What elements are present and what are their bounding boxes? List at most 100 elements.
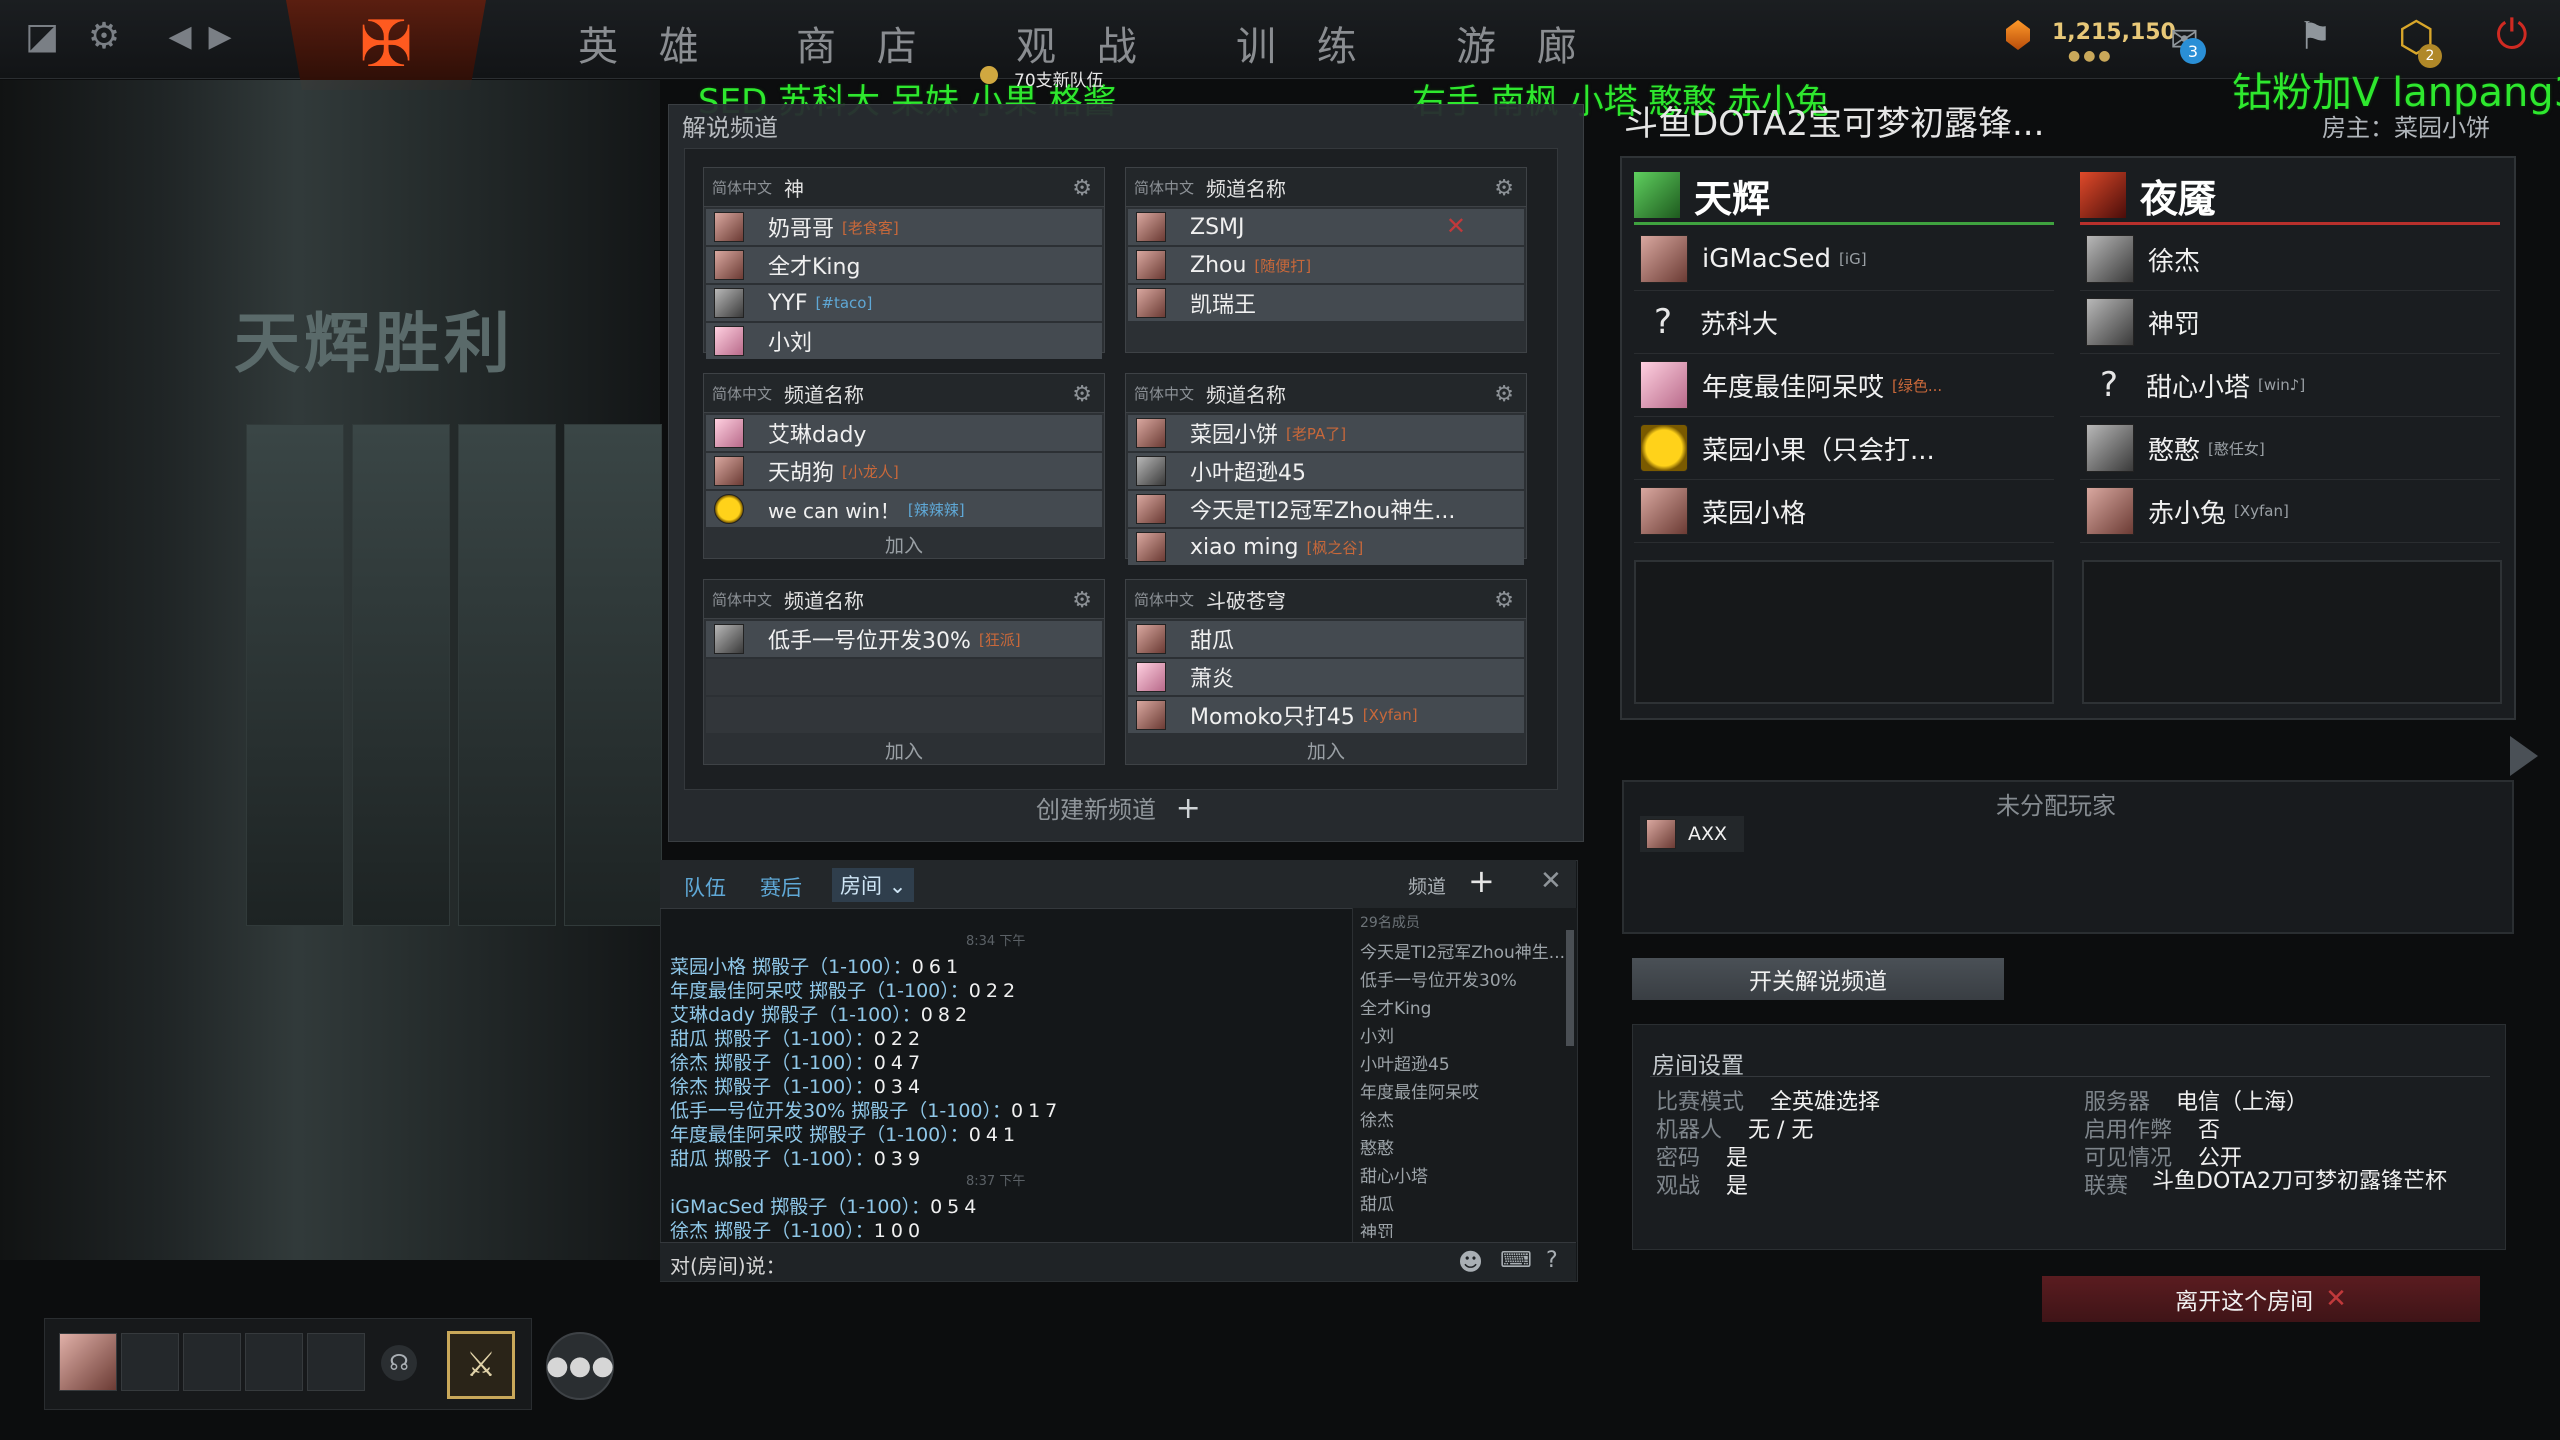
dashboard-icon[interactable]: ◪ xyxy=(18,12,66,60)
channel-player-row[interactable]: 低手一号位开发30% [狂派] xyxy=(706,621,1102,657)
gear-icon[interactable]: ⚙ xyxy=(1494,588,1514,613)
create-channel-button[interactable]: 创建新频道 + xyxy=(1036,790,1201,826)
nav-watch[interactable]: 观 战 xyxy=(1016,14,1151,70)
emoji-icon[interactable]: ☻ xyxy=(1458,1248,1483,1276)
dire-player-slot[interactable]: 徐杰 xyxy=(2080,228,2500,291)
chat-input-bar[interactable] xyxy=(660,1242,1576,1281)
chat-roll-value: 054 xyxy=(930,1196,982,1218)
tab-post-game[interactable]: 赛后 xyxy=(760,872,802,902)
dota-logo-button[interactable]: ✠ xyxy=(286,0,486,90)
party-slot-empty[interactable] xyxy=(121,1333,179,1391)
expand-arrow-icon[interactable] xyxy=(2510,736,2538,776)
avatar xyxy=(1640,487,1688,535)
help-icon[interactable]: ? xyxy=(1546,1248,1558,1273)
radiant-player-slot[interactable]: 菜园小格 xyxy=(1634,480,2054,543)
close-icon[interactable]: ✕ xyxy=(1540,866,1562,896)
power-icon[interactable]: ⏻ xyxy=(2496,12,2528,58)
avatar xyxy=(714,494,744,524)
channel-player-row[interactable]: 小叶超逊45 xyxy=(1128,453,1524,489)
channel-player-row[interactable]: 今天是TI2冠军Zhou神生... xyxy=(1128,491,1524,527)
armory-icon[interactable]: ⚑ xyxy=(2298,14,2332,58)
radiant-player-slot[interactable]: ? 苏科大 xyxy=(1634,291,2054,354)
channel-player-row[interactable]: Zhou [随便打] xyxy=(1128,247,1524,283)
rank-medal-icon[interactable]: ⚔ xyxy=(447,1331,515,1399)
radiant-player-slot[interactable]: 年度最佳阿呆哎 [绿色... xyxy=(1634,354,2054,417)
gear-icon[interactable]: ⚙ xyxy=(1072,176,1092,201)
gear-icon[interactable]: ⚙ xyxy=(1494,176,1514,201)
avatar xyxy=(2086,298,2134,346)
gear-icon[interactable]: ⚙ xyxy=(1072,382,1092,407)
add-channel-plus-icon[interactable]: + xyxy=(1468,862,1495,900)
member-item[interactable]: 甜瓜 xyxy=(1360,1190,1394,1215)
team-banner-icon xyxy=(980,66,998,84)
chevron-down-icon: ⌄ xyxy=(888,874,907,898)
member-item[interactable]: 徐杰 xyxy=(1360,1106,1394,1131)
join-channel-button[interactable]: 加入 xyxy=(704,733,1104,767)
nav-heroes[interactable]: 英 雄 xyxy=(578,14,713,70)
league-label: 联赛 xyxy=(2084,1174,2129,1199)
toggle-caster-channel-button[interactable]: 开关解说频道 xyxy=(1632,958,2004,1000)
channel-player-row[interactable]: Momoko只打45 [Xyfan] xyxy=(1128,697,1524,733)
member-item[interactable]: 憨憨 xyxy=(1360,1134,1394,1159)
radiant-player-slot[interactable]: 菜园小果（只会打... xyxy=(1634,417,2054,480)
dire-coach-slot[interactable] xyxy=(2082,560,2502,704)
channel-player-row[interactable]: 艾琳dady xyxy=(706,415,1102,451)
nav-arcade[interactable]: 游 廊 xyxy=(1456,14,1591,70)
party-avatar-self[interactable] xyxy=(59,1333,117,1391)
member-item[interactable]: 神罚 xyxy=(1360,1218,1394,1238)
channel-player-row[interactable]: 甜瓜 xyxy=(1128,621,1524,657)
channel-player-row[interactable]: 萧炎 xyxy=(1128,659,1524,695)
member-scrollbar[interactable] xyxy=(1566,930,1574,1046)
gear-icon[interactable]: ⚙ xyxy=(1494,382,1514,407)
party-slot-empty[interactable] xyxy=(245,1333,303,1391)
avatar xyxy=(1136,494,1166,524)
dire-player-slot[interactable]: ? 甜心小塔 [win♪] xyxy=(2080,354,2500,417)
party-slot-empty[interactable] xyxy=(183,1333,241,1391)
channel-player-row[interactable]: 天胡狗 [小龙人] xyxy=(706,453,1102,489)
forward-icon[interactable]: ▶ xyxy=(196,12,244,60)
channel-player-row[interactable]: we can win！ [辣辣辣] xyxy=(706,491,1102,527)
kick-close-icon[interactable]: ✕ xyxy=(1446,212,1466,240)
member-item[interactable]: 甜心小塔 xyxy=(1360,1162,1428,1187)
radiant-player-slot[interactable]: iGMacSed [iG] xyxy=(1634,228,2054,291)
nav-learn[interactable]: 训 练 xyxy=(1236,14,1371,70)
settings-divider xyxy=(1650,1076,2490,1077)
dire-player-slot[interactable]: 赤小兔 [Xyfan] xyxy=(2080,480,2500,543)
channel-player-row[interactable]: YYF [#taco] xyxy=(706,285,1102,321)
join-channel-button[interactable]: 加入 xyxy=(1126,733,1526,767)
member-item[interactable]: 年度最佳阿呆哎 xyxy=(1360,1078,1479,1103)
channel-player-row[interactable]: 全才King xyxy=(706,247,1102,283)
party-slot-empty[interactable] xyxy=(307,1333,365,1391)
channel-player-row[interactable]: 奶哥哥 [老食客] xyxy=(706,209,1102,245)
member-item[interactable]: 低手一号位开发30% xyxy=(1360,966,1517,991)
member-item[interactable]: 全才King xyxy=(1360,994,1431,1019)
chat-roll-label: 掷骰子（1-100）： xyxy=(714,1148,874,1170)
dire-player-slot[interactable]: 憨憨 [憨任女] xyxy=(2080,417,2500,480)
channel-player-row[interactable]: xiao ming [枫之谷] xyxy=(1128,529,1524,565)
channel-player-row[interactable]: 小刘 xyxy=(706,323,1102,359)
channel-player-name: 甜瓜 xyxy=(1190,629,1235,654)
nav-store[interactable]: 商 店 xyxy=(796,14,931,70)
gear-icon[interactable]: ⚙ xyxy=(80,12,128,60)
unassigned-player[interactable]: AXX xyxy=(1640,816,1744,852)
member-item[interactable]: 小刘 xyxy=(1360,1022,1394,1047)
member-item[interactable]: 小叶超逊45 xyxy=(1360,1050,1450,1075)
channel-player-row[interactable]: 凯瑞王 xyxy=(1128,285,1524,321)
member-item[interactable]: 今天是TI2冠军Zhou神生... xyxy=(1360,938,1565,963)
channel-player-row[interactable]: 菜园小饼 [老PA了] xyxy=(1128,415,1524,451)
chat-sender: 年度最佳阿呆哎 xyxy=(670,980,804,1002)
chat-wheel-icon[interactable]: ⌨ xyxy=(1500,1248,1532,1273)
tab-team[interactable]: 队伍 xyxy=(684,872,726,902)
tab-lobby[interactable]: 房间 ⌄ xyxy=(832,868,915,902)
channel-player-name: xiao ming xyxy=(1190,534,1299,560)
leave-lobby-button[interactable]: 离开这个房间 ✕ xyxy=(2042,1276,2480,1322)
friends-icon[interactable]: ●●● xyxy=(546,1332,614,1400)
voice-headset-icon[interactable]: ☊ xyxy=(381,1345,417,1381)
join-channel-button[interactable]: 加入 xyxy=(704,527,1104,561)
chat-message: 徐杰 掷骰子（1-100）：100 xyxy=(670,1216,925,1243)
channel-box: 简体中文 频道名称 ⚙ 菜园小饼 [老PA了] 小叶超逊45 今天是TI2冠军Zh… xyxy=(1125,373,1527,565)
radiant-coach-slot[interactable] xyxy=(1634,560,2054,704)
dire-player-slot[interactable]: 神罚 xyxy=(2080,291,2500,354)
gear-icon[interactable]: ⚙ xyxy=(1072,588,1092,613)
player-name: 徐杰 xyxy=(2148,246,2201,277)
